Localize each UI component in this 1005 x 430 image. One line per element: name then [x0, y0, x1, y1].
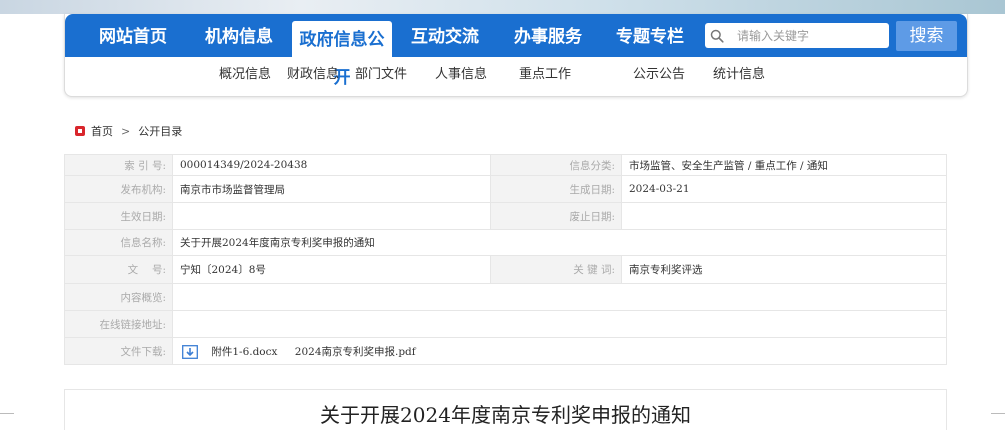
subnav-personnel[interactable]: 人事信息	[435, 57, 487, 96]
top-banner	[0, 0, 1005, 14]
docno-label: 文 号:	[64, 255, 173, 284]
nav-interaction[interactable]: 互动交流	[395, 14, 495, 57]
table-row: 生效日期: 废止日期:	[64, 202, 947, 230]
table-row: 索 引 号: 000014349/2024-20438 信息分类: 市场监管、安…	[64, 154, 947, 176]
search-button[interactable]: 搜索	[896, 21, 957, 51]
table-row: 信息名称: 关于开展2024年度南京专利奖申报的通知	[64, 229, 947, 256]
file-link-attachment-docx[interactable]: 附件1-6.docx	[211, 346, 277, 358]
download-icon[interactable]	[182, 344, 198, 359]
info-metadata-table: 索 引 号: 000014349/2024-20438 信息分类: 市场监管、安…	[64, 154, 947, 365]
home-icon	[75, 126, 85, 136]
breadcrumb-current[interactable]: 公开目录	[138, 123, 182, 139]
nav-gov-info-open[interactable]: 政府信息公开	[292, 21, 392, 88]
sub-nav: 概况信息 财政信息 部门文件 人事信息 重点工作 公示公告 统计信息	[65, 57, 967, 96]
content-panel: 关于开展2024年度南京专利奖申报的通知	[64, 389, 947, 430]
subnav-key-work[interactable]: 重点工作	[519, 57, 571, 96]
created-value: 2024-03-21	[621, 175, 947, 203]
header-nav-panel: 网站首页 机构信息 政府信息公开 互动交流 办事服务 专题专栏 搜索 概况信息 …	[64, 14, 968, 97]
keyword-label: 关 键 词:	[490, 255, 622, 284]
effective-label: 生效日期:	[64, 202, 173, 230]
created-label: 生成日期:	[490, 175, 622, 203]
nav-services[interactable]: 办事服务	[498, 14, 598, 57]
keyword-value: 南京专利奖评选	[621, 255, 947, 284]
breadcrumb-separator: >	[121, 124, 131, 138]
download-value: 附件1-6.docx 2024南京专利奖申报.pdf	[172, 337, 947, 365]
name-label: 信息名称:	[64, 229, 173, 256]
subnav-finance[interactable]: 财政信息	[287, 57, 339, 96]
link-value	[172, 310, 947, 338]
subnav-dept-docs[interactable]: 部门文件	[355, 57, 407, 96]
category-value: 市场监管、安全生产监管 / 重点工作 / 通知	[621, 154, 947, 176]
name-value: 关于开展2024年度南京专利奖申报的通知	[172, 229, 947, 256]
expired-value	[621, 202, 947, 230]
download-label: 文件下载:	[64, 337, 173, 365]
search-icon	[709, 23, 725, 48]
subnav-statistics[interactable]: 统计信息	[713, 57, 765, 96]
nav-special-topics[interactable]: 专题专栏	[600, 14, 700, 57]
breadcrumb-home[interactable]: 首页	[91, 123, 113, 139]
breadcrumb: 首页 > 公开目录	[75, 123, 182, 139]
left-edge-line	[0, 413, 14, 414]
right-edge-line	[991, 413, 1005, 414]
subnav-overview[interactable]: 概况信息	[219, 57, 271, 96]
search-box	[705, 23, 889, 48]
index-label: 索 引 号:	[64, 154, 173, 176]
publisher-label: 发布机构:	[64, 175, 173, 203]
table-row: 文件下载: 附件1-6.docx 2024南京专利奖申报.pdf	[64, 337, 947, 365]
table-row: 在线链接地址:	[64, 310, 947, 338]
link-label: 在线链接地址:	[64, 310, 173, 338]
file-link-application-pdf[interactable]: 2024南京专利奖申报.pdf	[295, 346, 416, 358]
category-label: 信息分类:	[490, 154, 622, 176]
main-nav: 网站首页 机构信息 政府信息公开 互动交流 办事服务 专题专栏 搜索	[65, 14, 967, 88]
summary-label: 内容概览:	[64, 283, 173, 311]
nav-org-info[interactable]: 机构信息	[190, 14, 288, 57]
publisher-value: 南京市市场监督管理局	[172, 175, 491, 203]
nav-home[interactable]: 网站首页	[87, 14, 179, 57]
summary-value	[172, 283, 947, 311]
table-row: 内容概览:	[64, 283, 947, 311]
table-row: 发布机构: 南京市市场监督管理局 生成日期: 2024-03-21	[64, 175, 947, 203]
index-value: 000014349/2024-20438	[172, 154, 491, 176]
document-title: 关于开展2024年度南京专利奖申报的通知	[320, 403, 691, 427]
table-row: 文 号: 宁知〔2024〕8号 关 键 词: 南京专利奖评选	[64, 255, 947, 284]
subnav-notices[interactable]: 公示公告	[633, 57, 685, 96]
search-input[interactable]	[735, 23, 889, 48]
effective-value	[172, 202, 491, 230]
expired-label: 废止日期:	[490, 202, 622, 230]
docno-value: 宁知〔2024〕8号	[172, 255, 491, 284]
